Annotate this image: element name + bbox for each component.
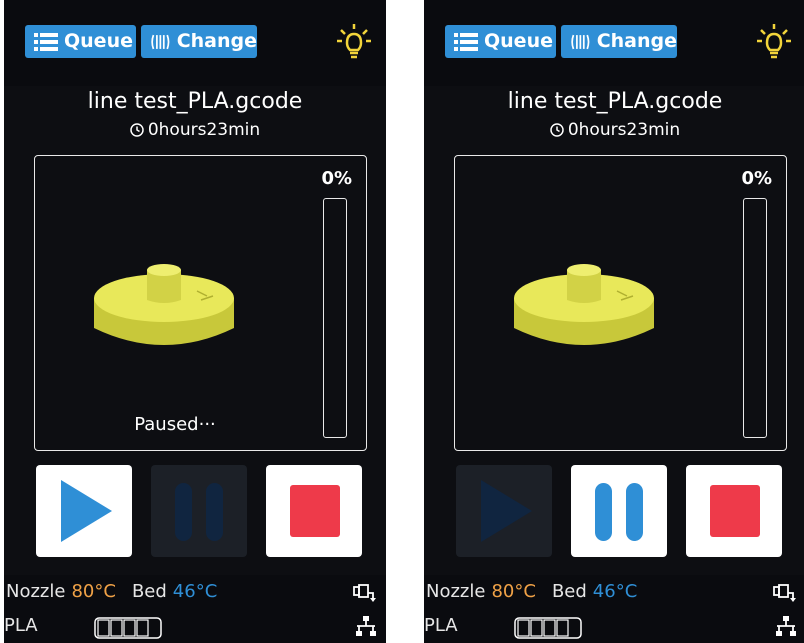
status-footer: Nozzle 80°C Bed 46°C PLA	[4, 575, 386, 643]
temperature-readout: Nozzle 80°C Bed 46°C	[4, 575, 217, 609]
stop-icon	[290, 485, 340, 537]
queue-button[interactable]: Queue	[445, 25, 556, 58]
change-filament-button[interactable]: Change	[141, 25, 257, 58]
stop-button[interactable]	[686, 465, 782, 557]
filament-spool-icon	[571, 34, 590, 49]
queue-button-label: Queue	[64, 30, 133, 52]
list-icon	[34, 32, 58, 51]
queue-button[interactable]: Queue	[25, 25, 136, 58]
print-status: Paused···	[134, 414, 216, 435]
change-button-label: Change	[596, 30, 677, 52]
print-time: 0hours23min	[4, 120, 386, 140]
material-label: PLA	[424, 615, 458, 636]
progress-bar	[323, 198, 347, 438]
lightbulb-icon[interactable]	[754, 22, 794, 62]
change-filament-button[interactable]: Change	[561, 25, 677, 58]
play-icon	[481, 480, 532, 542]
pause-button[interactable]	[571, 465, 667, 557]
usb-icon	[773, 584, 796, 602]
top-bar: Queue Change	[424, 0, 804, 86]
material-label: PLA	[4, 615, 38, 636]
progress-bar	[743, 198, 767, 438]
bed-temp: 46°C	[592, 581, 638, 602]
file-name: line test_PLA.gcode	[87, 89, 303, 114]
clock-icon	[130, 123, 144, 137]
list-icon	[454, 32, 478, 51]
bed-temp: 46°C	[172, 581, 218, 602]
print-time-value: 0hours23min	[147, 120, 261, 140]
network-icon	[776, 616, 796, 636]
lightbulb-icon[interactable]	[334, 22, 374, 62]
status-footer: Nozzle 80°C Bed 46°C PLA	[424, 575, 804, 643]
pause-icon	[175, 483, 223, 541]
bed-label: Bed	[131, 581, 167, 602]
nozzle-temp: 80°C	[71, 581, 116, 602]
model-preview	[514, 264, 654, 345]
play-button[interactable]	[36, 465, 132, 557]
progress-percent: 0%	[321, 168, 352, 189]
temperature-readout: Nozzle 80°C Bed 46°C	[424, 575, 637, 609]
stop-button[interactable]	[266, 465, 362, 557]
print-preview-panel: 0%	[454, 155, 787, 451]
change-button-label: Change	[176, 30, 257, 52]
pause-icon	[595, 483, 643, 541]
network-icon	[356, 616, 376, 636]
print-preview-panel: 0% Paused···	[34, 155, 367, 451]
filament-spool-icon	[151, 34, 170, 49]
stop-icon	[710, 485, 760, 537]
print-time-value: 0hours23min	[567, 120, 681, 140]
nozzle-label: Nozzle	[6, 581, 66, 602]
pause-button	[151, 465, 247, 557]
model-preview	[94, 264, 234, 345]
play-button	[456, 465, 552, 557]
nozzle-label: Nozzle	[426, 581, 486, 602]
play-icon	[61, 480, 112, 542]
queue-button-label: Queue	[484, 30, 553, 52]
printer-screen-paused: Queue Change line test_PLA.gcode 0hours2	[4, 0, 386, 643]
filament-level-icon	[94, 617, 162, 639]
top-bar: Queue Change	[4, 0, 386, 86]
usb-icon	[353, 584, 376, 602]
bed-label: Bed	[551, 581, 587, 602]
progress-percent: 0%	[741, 168, 772, 189]
nozzle-temp: 80°C	[491, 581, 536, 602]
filament-level-icon	[514, 617, 582, 639]
printer-screen-printing: Queue Change line test_PLA.gcode 0hours2	[424, 0, 804, 643]
print-time: 0hours23min	[424, 120, 804, 140]
file-name: line test_PLA.gcode	[507, 89, 723, 114]
clock-icon	[550, 123, 564, 137]
